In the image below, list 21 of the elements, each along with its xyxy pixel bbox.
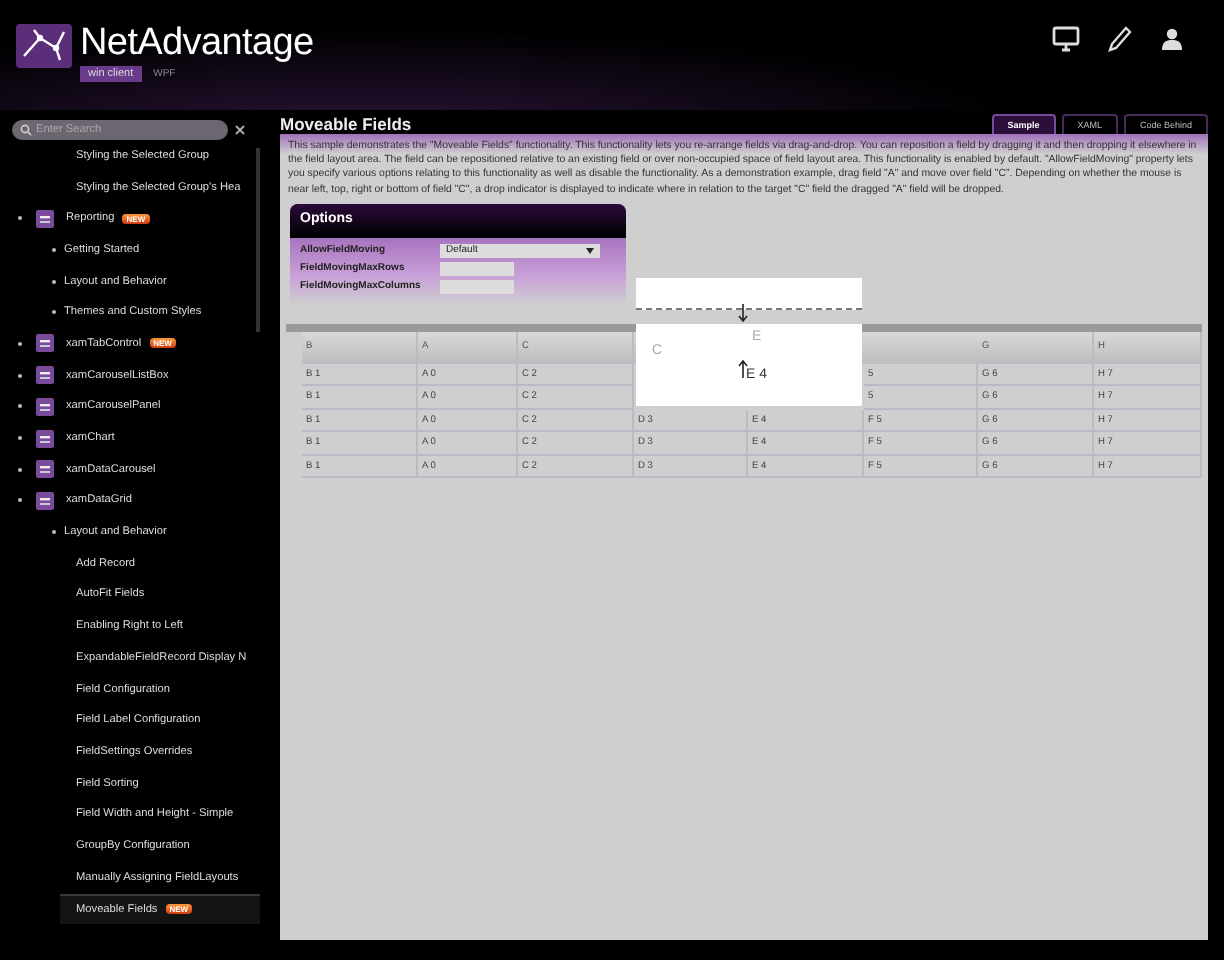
window-icon [36,209,54,228]
window-icon [36,429,54,448]
close-icon[interactable] [234,124,246,136]
logo-icon [16,24,72,68]
page-title: Moveable Fields [280,114,412,134]
window-icon [36,460,54,479]
window-icon [36,397,54,416]
brand-name: NetAdvantage [80,24,314,64]
down-arrow-icon [738,303,748,322]
input-field[interactable] [440,279,514,294]
search-icon [20,124,32,136]
window-icon [36,334,54,353]
pencil-icon[interactable] [1108,26,1132,52]
scrollbar[interactable] [256,148,260,332]
window-icon [36,491,54,510]
monitor-icon[interactable] [1052,26,1080,52]
window-icon [36,366,54,385]
input-field[interactable] [440,261,514,276]
caret-icon [586,247,594,254]
user-icon[interactable] [1160,26,1184,52]
up-arrow-icon [738,359,748,378]
